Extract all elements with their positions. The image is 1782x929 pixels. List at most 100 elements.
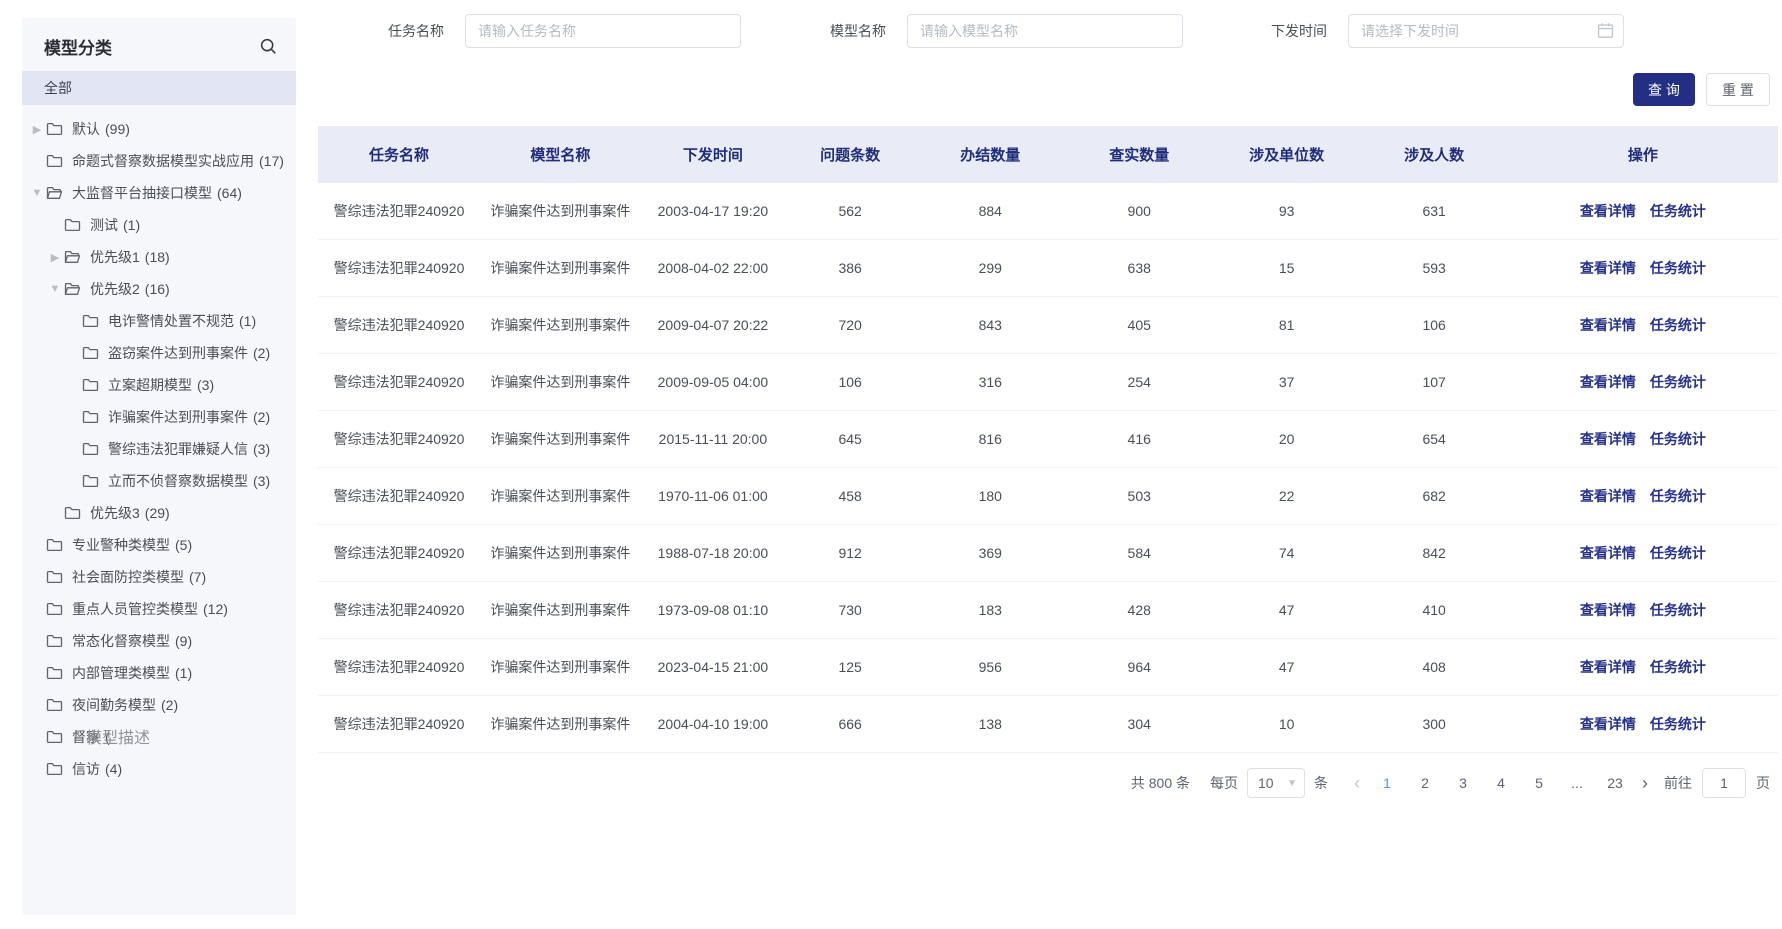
cell-issue-time: 2023-04-15 21:00 [641,659,786,675]
tree-node[interactable]: 命题式督察数据模型实战应用 (17) [22,145,296,177]
tree-node[interactable]: 诈骗案件达到刑事案件 (2) [22,401,296,433]
cell-verified-count: 900 [1065,203,1212,219]
tree-node-label: 内部管理类模型 [72,663,170,683]
view-detail-link[interactable]: 查看详情 [1580,714,1636,734]
cell-closed-count: 816 [915,431,1065,447]
column-header: 下发时间 [641,144,786,165]
view-detail-link[interactable]: 查看详情 [1580,258,1636,278]
tree-node[interactable]: 督察 ( 模型描述 [22,721,296,753]
task-stats-link[interactable]: 任务统计 [1650,258,1706,278]
cell-task-name: 警综违法犯罪240920 [318,600,480,620]
task-stats-link[interactable]: 任务统计 [1650,600,1706,620]
folder-icon [82,345,99,361]
sidebar-header: 模型分类 [22,18,296,71]
expand-arrow-icon[interactable]: ▼ [46,283,64,295]
page-more-button[interactable]: ... [1562,775,1592,791]
page-number-button[interactable]: 4 [1486,775,1516,791]
tree-node[interactable]: 优先级3 (29) [22,497,296,529]
tree-node-label: 测试 [90,215,118,235]
tree-node[interactable]: 测试 (1) [22,209,296,241]
cell-verified-count: 416 [1065,431,1212,447]
cell-person-count: 300 [1360,716,1507,732]
view-detail-link[interactable]: 查看详情 [1580,429,1636,449]
table-row: 警综违法犯罪240920 诈骗案件达到刑事案件 1973-09-08 01:10… [318,582,1778,639]
cell-person-count: 410 [1360,602,1507,618]
task-stats-link[interactable]: 任务统计 [1650,315,1706,335]
tree-node[interactable]: ▼ 优先级2 (16) [22,273,296,305]
view-detail-link[interactable]: 查看详情 [1580,657,1636,677]
task-stats-link[interactable]: 任务统计 [1650,714,1706,734]
table-body: 警综违法犯罪240920 诈骗案件达到刑事案件 2003-04-17 19:20… [318,183,1778,753]
expand-arrow-icon[interactable]: ▼ [28,187,46,199]
model-name-input[interactable] [907,14,1183,48]
tree-node[interactable]: 电诈警情处置不规范 (1) [22,305,296,337]
filter-buttons: 查 询 重 置 [1633,73,1770,106]
tree-node[interactable]: 信访 (4) [22,753,296,785]
cell-closed-count: 183 [915,602,1065,618]
folder-icon [46,601,63,617]
cell-issue-time: 2008-04-02 22:00 [641,260,786,276]
tree-node[interactable]: 内部管理类模型 (1) [22,657,296,689]
tree-node[interactable]: 常态化督察模型 (9) [22,625,296,657]
tree-node[interactable]: 立而不侦督察数据模型 (3) [22,465,296,497]
tree-node-count: (2) [253,345,270,361]
page-number-button[interactable]: 1 [1372,775,1402,791]
page-number-button[interactable]: 5 [1524,775,1554,791]
task-stats-link[interactable]: 任务统计 [1650,486,1706,506]
tree-node[interactable]: 夜间勤务模型 (2) [22,689,296,721]
sidebar-title: 模型分类 [44,34,112,59]
column-header: 办结数量 [915,144,1065,165]
issue-time-input[interactable] [1348,14,1624,48]
tree-node[interactable]: 立案超期模型 (3) [22,369,296,401]
cell-unit-count: 47 [1213,602,1360,618]
view-detail-link[interactable]: 查看详情 [1580,600,1636,620]
cell-issue-time: 1973-09-08 01:10 [641,602,786,618]
reset-button[interactable]: 重 置 [1706,73,1770,106]
cell-closed-count: 180 [915,488,1065,504]
goto-label: 前往 [1664,773,1692,793]
tree-node-label: 专业警种类模型 [72,535,170,555]
view-detail-link[interactable]: 查看详情 [1580,201,1636,221]
tree-node[interactable]: 社会面防控类模型 (7) [22,561,296,593]
cell-task-name: 警综违法犯罪240920 [318,486,480,506]
calendar-icon[interactable] [1597,22,1614,39]
task-stats-link[interactable]: 任务统计 [1650,429,1706,449]
task-name-input[interactable] [465,14,741,48]
task-stats-link[interactable]: 任务统计 [1650,657,1706,677]
task-stats-link[interactable]: 任务统计 [1650,372,1706,392]
task-stats-link[interactable]: 任务统计 [1650,543,1706,563]
tree-node[interactable]: ▼ 大监督平台抽接口模型 (64) [22,177,296,209]
search-button[interactable]: 查 询 [1633,73,1695,106]
page-number-button[interactable]: 23 [1600,775,1630,791]
per-page-label: 每页 [1210,773,1238,793]
expand-arrow-icon[interactable]: ▶ [28,123,46,136]
page-size-select[interactable]: 10 ▼ [1247,768,1305,798]
cell-verified-count: 254 [1065,374,1212,390]
goto-page-input[interactable] [1702,768,1746,798]
page-number-button[interactable]: 3 [1448,775,1478,791]
tree-node[interactable]: 重点人员管控类模型 (12) [22,593,296,625]
cell-issue-count: 912 [785,545,915,561]
tree-node[interactable]: ▶ 优先级1 (18) [22,241,296,273]
column-header: 问题条数 [785,144,915,165]
view-detail-link[interactable]: 查看详情 [1580,372,1636,392]
tree-node[interactable]: 盗窃案件达到刑事案件 (2) [22,337,296,369]
view-detail-link[interactable]: 查看详情 [1580,543,1636,563]
cell-verified-count: 584 [1065,545,1212,561]
task-stats-link[interactable]: 任务统计 [1650,201,1706,221]
prev-page-button[interactable]: ‹ [1354,774,1360,792]
folder-icon [46,153,63,169]
expand-arrow-icon[interactable]: ▶ [46,251,64,264]
next-page-button[interactable]: › [1642,774,1648,792]
tree-node[interactable]: 警综违法犯罪嫌疑人信 (3) [22,433,296,465]
tree-node-label: 常态化督察模型 [72,631,170,651]
sidebar-item-all[interactable]: 全部 [22,71,296,105]
view-detail-link[interactable]: 查看详情 [1580,315,1636,335]
page-number-button[interactable]: 2 [1410,775,1440,791]
view-detail-link[interactable]: 查看详情 [1580,486,1636,506]
tree-node-count: (16) [145,281,170,297]
cell-verified-count: 428 [1065,602,1212,618]
tree-node[interactable]: 专业警种类模型 (5) [22,529,296,561]
search-icon[interactable] [258,37,278,57]
tree-node[interactable]: ▶ 默认 (99) [22,113,296,145]
